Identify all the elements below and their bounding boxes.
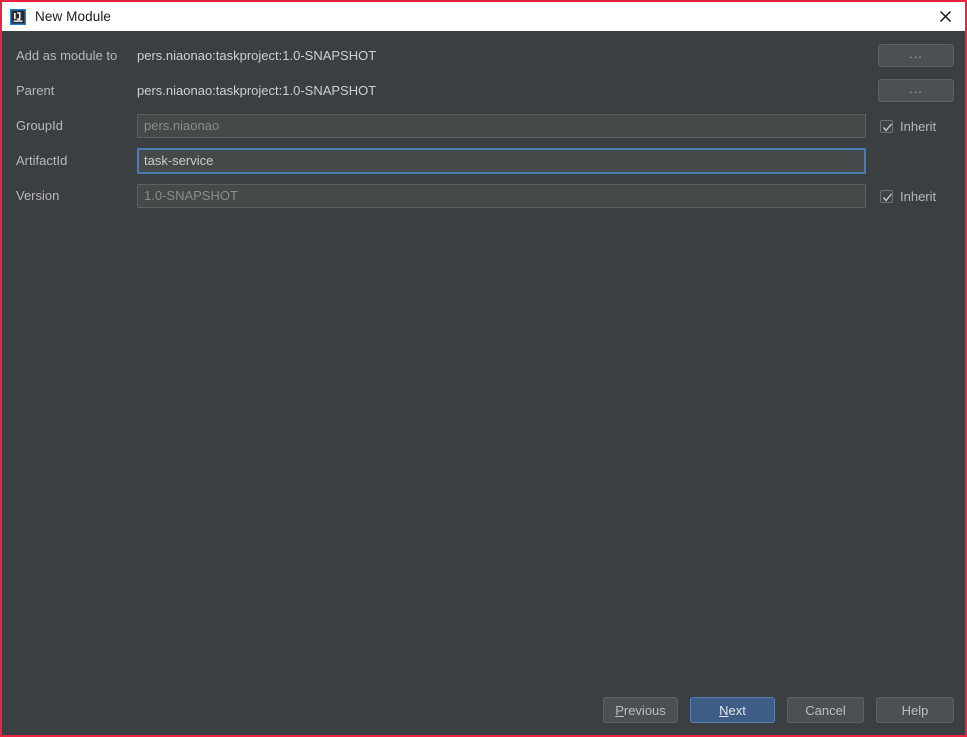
groupid-inherit-label: Inherit	[900, 118, 937, 134]
version-inherit-checkbox[interactable]: Inherit	[880, 184, 936, 208]
previous-button-mnemonic: P	[615, 702, 624, 718]
form-row-parent: Parent pers.niaonao:taskproject:1.0-SNAP…	[2, 79, 965, 103]
form-row-version: Version 1.0-SNAPSHOT Inherit	[2, 184, 965, 208]
label-artifactid: ArtifactId	[16, 153, 68, 168]
previous-button[interactable]: Previous	[603, 697, 678, 723]
dialog-titlebar: New Module	[2, 2, 965, 31]
version-input-value: 1.0-SNAPSHOT	[144, 188, 238, 203]
form-row-add-as-module-to: Add as module to pers.niaonao:taskprojec…	[2, 44, 965, 68]
new-module-dialog: New Module Add as module to pers.niaonao…	[0, 0, 967, 737]
help-button[interactable]: Help	[876, 697, 954, 723]
next-button[interactable]: Next	[690, 697, 775, 723]
groupid-inherit-checkbox[interactable]: Inherit	[880, 114, 936, 138]
help-button-label: Help	[901, 702, 929, 718]
checkbox-checked-icon	[880, 119, 893, 133]
next-button-mnemonic: N	[719, 702, 729, 718]
browse-button-parent[interactable]: ...	[878, 79, 954, 102]
label-version: Version	[16, 188, 60, 203]
groupid-input[interactable]: pers.niaonao	[137, 114, 866, 138]
checkbox-checked-icon	[880, 189, 893, 203]
form-row-artifactid: ArtifactId task-service	[2, 148, 965, 174]
groupid-input-value: pers.niaonao	[144, 118, 220, 133]
value-add-as-module-to: pers.niaonao:taskproject:1.0-SNAPSHOT	[137, 48, 377, 63]
version-input[interactable]: 1.0-SNAPSHOT	[137, 184, 866, 208]
ellipsis-icon: ...	[909, 81, 923, 96]
artifactid-input-value: task-service	[144, 153, 214, 168]
cancel-button-label: Cancel	[805, 702, 846, 718]
label-groupid: GroupId	[16, 118, 63, 133]
next-button-label: ext	[728, 702, 746, 718]
close-icon[interactable]	[925, 2, 965, 31]
previous-button-label: revious	[623, 702, 666, 718]
label-add-as-module-to: Add as module to	[16, 48, 118, 63]
artifactid-input[interactable]: task-service	[137, 148, 866, 174]
browse-button-add-as-module-to[interactable]: ...	[878, 44, 954, 67]
intellij-idea-icon	[10, 8, 26, 25]
value-parent: pers.niaonao:taskproject:1.0-SNAPSHOT	[137, 83, 377, 98]
dialog-body: Add as module to pers.niaonao:taskprojec…	[2, 31, 965, 735]
dialog-button-bar: Previous Next Cancel Help	[591, 697, 954, 723]
version-inherit-label: Inherit	[900, 188, 937, 204]
ellipsis-icon: ...	[909, 46, 923, 61]
form-row-groupid: GroupId pers.niaonao Inherit	[2, 114, 965, 138]
cancel-button[interactable]: Cancel	[787, 697, 864, 723]
label-parent: Parent	[16, 83, 55, 98]
dialog-title: New Module	[35, 9, 112, 24]
